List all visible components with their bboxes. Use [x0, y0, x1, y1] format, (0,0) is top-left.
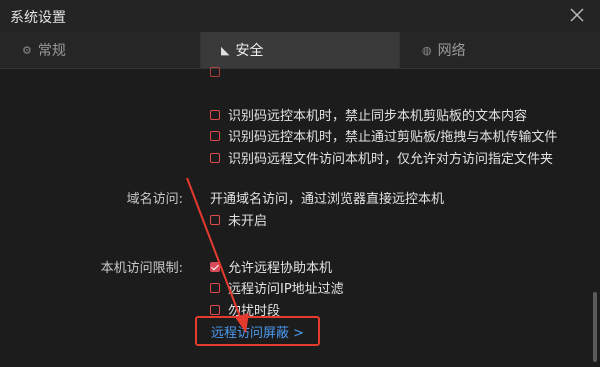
- annotation-arrow-icon: [186, 177, 249, 333]
